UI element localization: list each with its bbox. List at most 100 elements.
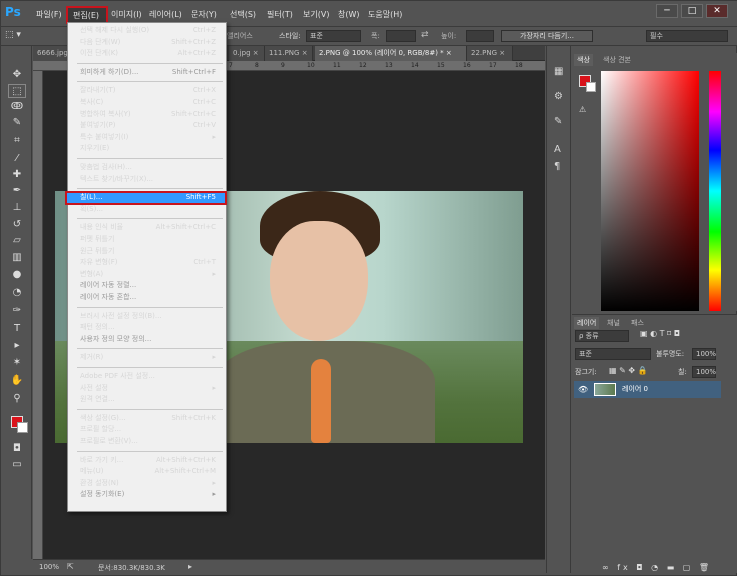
close-button[interactable]: ✕ — [706, 4, 728, 18]
tab-22png[interactable]: 22.PNG × — [467, 46, 513, 61]
edit-menu-item[interactable]: 제거(R) ▸ — [77, 352, 219, 363]
tab-paths[interactable]: 패스 — [628, 317, 647, 329]
edit-menu-item[interactable]: 특수 붙여넣기(I) ▸ — [77, 132, 219, 143]
paragraph-panel-icon[interactable]: ¶ — [554, 161, 560, 172]
crop-tool-icon[interactable]: ⌗ — [8, 134, 26, 148]
edit-menu-item[interactable]: 맞춤법 검사(H)... — [77, 162, 219, 173]
edit-menu-item[interactable]: 퍼펫 뒤틀기 — [77, 234, 219, 245]
edit-menu-item[interactable]: 원근 뒤틀기 — [77, 246, 219, 257]
edit-menu-item[interactable]: 지우기(E) — [77, 143, 219, 154]
adjustments-panel-icon[interactable]: ⚙ — [554, 91, 563, 102]
layer-name[interactable]: 레이어 0 — [622, 381, 648, 398]
menu-type[interactable]: 문자(Y) — [191, 9, 217, 23]
edit-menu-item[interactable]: 패턴 정의... — [77, 322, 219, 333]
width-field[interactable] — [386, 30, 416, 42]
edit-menu-item[interactable]: 붙여넣기(P) Ctrl+V — [77, 120, 219, 131]
edit-menu-item[interactable]: 변형(A) ▸ — [77, 269, 219, 280]
edit-menu-item[interactable]: 사전 설정 ▸ — [77, 383, 219, 394]
edit-menu-item[interactable]: 프로필 할당... — [77, 424, 219, 435]
edit-menu-item[interactable]: 브러시 사전 설정 정의(B)... — [77, 311, 219, 322]
edit-menu-item[interactable]: 복사(C) Ctrl+C — [77, 97, 219, 108]
shape-tool-icon[interactable]: ✶ — [8, 356, 26, 370]
color-background-swatch[interactable] — [586, 82, 596, 92]
visibility-eye-icon[interactable]: 👁 — [578, 381, 588, 398]
edit-menu-item[interactable]: 이전 단계(K) Alt+Ctrl+Z — [77, 48, 219, 59]
type-tool-icon[interactable]: T — [8, 322, 26, 336]
edit-menu-item[interactable]: 메뉴(U) Alt+Shift+Ctrl+M — [77, 466, 219, 477]
character-panel-icon[interactable]: A — [554, 144, 561, 155]
tab-111png[interactable]: 111.PNG × — [265, 46, 313, 61]
lock-icons[interactable]: ▦ ✎ ✥ 🔒 — [609, 366, 648, 375]
status-export-icon[interactable]: ⇱ — [67, 562, 74, 571]
edit-menu-item[interactable]: 자유 변형(F) Ctrl+T — [77, 257, 219, 268]
brush-panel-icon[interactable]: ✎ — [554, 116, 562, 127]
edit-menu-item[interactable]: Adobe PDF 사전 설정... — [77, 371, 219, 382]
workspace-select[interactable]: 필수 — [646, 30, 728, 42]
screen-mode-icon[interactable]: ▭ — [8, 458, 26, 472]
edit-menu-item[interactable]: 원격 연결... — [77, 394, 219, 405]
edit-menu-item[interactable]: 색상 설정(G)... Shift+Ctrl+K — [77, 413, 219, 424]
tab-layers[interactable]: 레이어 — [574, 317, 600, 329]
hand-tool-icon[interactable]: ✋ — [8, 374, 26, 388]
zoom-tool-icon[interactable]: ⚲ — [8, 392, 26, 406]
edit-menu-item[interactable]: 내용 인식 비율 Alt+Shift+Ctrl+C — [77, 222, 219, 233]
menu-select[interactable]: 선택(S) — [230, 9, 256, 23]
marquee-tool-icon[interactable]: ⬚ — [8, 84, 26, 98]
edit-menu-item[interactable]: 바로 가기 키... Alt+Shift+Ctrl+K — [77, 455, 219, 466]
menu-view[interactable]: 보기(V) — [303, 9, 329, 23]
edit-menu-item[interactable]: 잘라내기(T) Ctrl+X — [77, 85, 219, 96]
pen-tool-icon[interactable]: ✑ — [8, 304, 26, 318]
menu-image[interactable]: 이미지(I) — [111, 9, 142, 23]
edit-menu-item[interactable]: 병합하여 복사(Y) Shift+Ctrl+C — [77, 109, 219, 120]
quick-select-icon[interactable]: ✎ — [8, 116, 26, 130]
edit-menu-item[interactable]: 선택 해제 다시 실행(O) Ctrl+Z — [77, 25, 219, 36]
history-panel-icon[interactable]: ▦ — [554, 66, 563, 77]
layer-actions-icons[interactable]: ∞ fx ◘ ◔ ▬ ▢ 🗑 — [602, 563, 712, 572]
edit-menu-item[interactable]: 칠(L)... Shift+F5 — [77, 192, 219, 203]
swap-icon[interactable]: ⇄ — [421, 30, 429, 40]
zoom-level[interactable]: 100% — [39, 563, 59, 571]
layer-filter-icons[interactable]: ▣ ◐ T ⌑ ◘ — [640, 329, 680, 338]
gradient-icon[interactable]: ▥ — [8, 251, 26, 265]
eyedropper-icon[interactable]: ⁄ — [8, 152, 26, 166]
menu-layer[interactable]: 레이어(L) — [149, 9, 182, 23]
marquee-tool-preset-icon[interactable]: ⬚ ▾ — [5, 30, 41, 43]
move-tool-icon[interactable]: ✥ — [8, 68, 26, 82]
hue-slider[interactable] — [709, 71, 721, 311]
edit-menu-item[interactable]: 프로필로 변환(V)... — [77, 436, 219, 447]
tab-2png-active[interactable]: 2.PNG @ 100% (레이어 0, RGB/8#) * × — [315, 46, 467, 61]
background-color-swatch[interactable] — [17, 422, 28, 433]
layer-filter-select[interactable]: ρ 종류 — [575, 330, 629, 342]
opacity-value[interactable]: 100% — [692, 348, 716, 360]
blur-tool-icon[interactable]: ● — [8, 268, 26, 282]
edit-menu-item[interactable]: 텍스트 찾기/바꾸기(X)... — [77, 174, 219, 185]
blend-mode-select[interactable]: 표준 — [575, 348, 651, 360]
healing-brush-icon[interactable]: ✚ — [8, 168, 26, 182]
layer-row[interactable]: 👁 레이어 0 — [574, 381, 721, 398]
menu-filter[interactable]: 필터(T) — [267, 9, 293, 23]
status-menu-arrow-icon[interactable]: ▸ — [188, 562, 192, 571]
eraser-icon[interactable]: ▱ — [8, 234, 26, 248]
maximize-button[interactable]: □ — [681, 4, 703, 18]
quick-mask-icon[interactable]: ◘ — [8, 442, 26, 456]
tab-channels[interactable]: 채널 — [604, 317, 623, 329]
menu-file[interactable]: 파일(F) — [36, 9, 62, 23]
brush-tool-icon[interactable]: ✒ — [8, 184, 26, 198]
height-field[interactable] — [466, 30, 494, 42]
fill-value[interactable]: 100% — [692, 366, 716, 378]
lasso-tool-icon[interactable]: ↂ — [8, 100, 26, 114]
path-select-icon[interactable]: ▸ — [8, 339, 26, 353]
anti-alias-label[interactable]: 앨리어스 — [227, 31, 253, 41]
edit-menu-item[interactable]: 다음 단계(W) Shift+Ctrl+Z — [77, 37, 219, 48]
history-brush-icon[interactable]: ↺ — [8, 218, 26, 232]
edit-menu-item[interactable]: 환경 설정(N) ▸ — [77, 478, 219, 489]
tab-color[interactable]: 색상 — [574, 54, 593, 66]
color-picker-field[interactable] — [601, 71, 699, 311]
tab-swatches[interactable]: 색상 견본 — [600, 54, 634, 66]
stamp-tool-icon[interactable]: ⊥ — [8, 201, 26, 215]
refine-edge-button[interactable]: 가장자리 다듬기... — [501, 30, 593, 42]
menu-help[interactable]: 도움말(H) — [368, 9, 402, 23]
menu-window[interactable]: 창(W) — [338, 9, 360, 23]
style-select[interactable]: 표준 — [306, 30, 361, 42]
dodge-tool-icon[interactable]: ◔ — [8, 286, 26, 300]
